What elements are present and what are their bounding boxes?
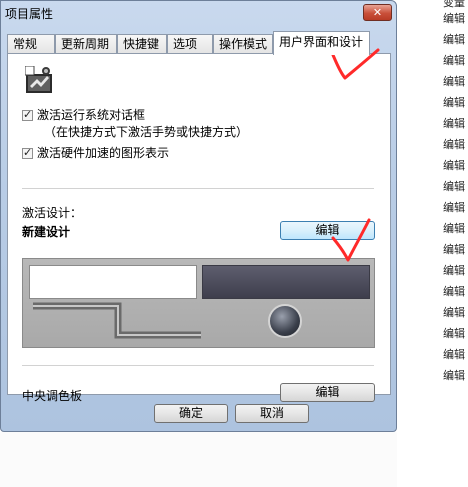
activate-run-dialog-label: 激活运行系统对话框 [37,108,146,122]
list-item: 编辑 [443,327,465,340]
list-item: 编辑 [443,54,465,67]
list-item: 编辑 [443,12,465,25]
app-logo-icon [25,66,52,93]
edit-palette-button[interactable]: 编辑 [280,383,375,402]
list-item: 变量 [443,0,465,9]
divider [22,365,374,366]
list-item: 编辑 [443,243,465,256]
edit-design-button[interactable]: 编辑 [280,221,375,240]
tab-general[interactable]: 常规 [7,34,55,54]
central-palette-label: 中央调色板 [22,389,83,403]
tab-update-cycle[interactable]: 更新周期 [55,34,117,54]
preview-channel-icon [33,302,201,339]
tab-ui-design[interactable]: 用户界面和设计 [273,31,370,55]
checkmark-icon: ✓ [23,108,33,121]
list-item: 编辑 [443,264,465,277]
cancel-button[interactable]: 取消 [235,404,309,423]
ui-design-panel: ✓ 激活运行系统对话框 （在快捷方式下激活手势或快捷方式） ✓ 激活硬件加速的图… [7,53,391,403]
list-item: 编辑 [443,96,465,109]
activate-run-dialog-option[interactable]: ✓ 激活运行系统对话框 [22,108,145,123]
activate-run-dialog-sublabel: （在快捷方式下激活手势或快捷方式） [44,125,249,139]
hardware-accel-option[interactable]: ✓ 激活硬件加速的图形表示 [22,146,169,161]
ok-button[interactable]: 确定 [154,404,228,423]
list-item: 编辑 [443,306,465,319]
design-preview [22,258,375,348]
list-item: 编辑 [443,369,465,382]
list-item: 编辑 [443,159,465,172]
preview-knob-icon [268,304,302,338]
tab-options[interactable]: 选项 [167,34,213,54]
list-item: 编辑 [443,33,465,46]
hardware-accel-checkbox[interactable]: ✓ [22,146,33,159]
list-item: 编辑 [443,201,465,214]
divider [22,188,374,189]
activate-run-dialog-checkbox[interactable]: ✓ [22,108,33,121]
project-properties-dialog: 项目属性 ✕ 常规 更新周期 快捷键 选项 操作模式 用户界面和设计 ✓ 激活运… [0,0,397,432]
list-item: 编辑 [443,180,465,193]
hardware-accel-label: 激活硬件加速的图形表示 [37,146,170,160]
tab-shortcuts[interactable]: 快捷键 [117,34,167,54]
list-item: 编辑 [443,75,465,88]
close-icon: ✕ [372,6,383,19]
design-name: 新建设计 [22,225,71,239]
list-item: 编辑 [443,138,465,151]
close-button[interactable]: ✕ [363,4,392,21]
active-design-label: 激活设计： [22,206,83,220]
list-item: 编辑 [443,285,465,298]
page-background [0,432,397,487]
list-item: 编辑 [443,117,465,130]
dialog-title: 项目属性 [5,7,54,21]
list-item: 编辑 [443,348,465,361]
checkmark-icon: ✓ [23,146,33,159]
tab-operation-mode[interactable]: 操作模式 [213,34,273,54]
list-item: 编辑 [443,222,465,235]
